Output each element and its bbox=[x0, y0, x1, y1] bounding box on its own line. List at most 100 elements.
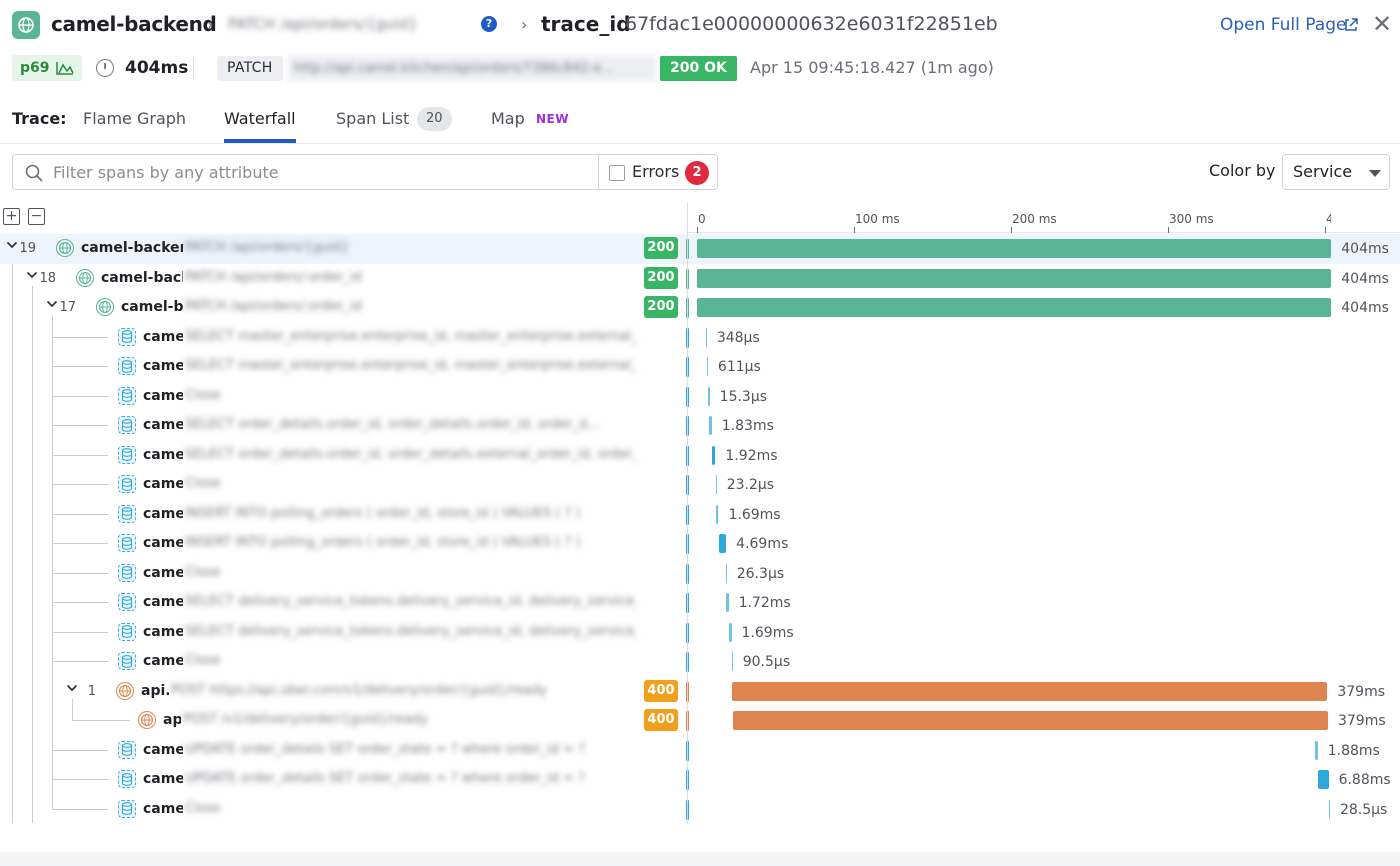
span-row[interactable]: api.ubereatsPOST /v1/delivery/order/{gui… bbox=[0, 706, 1400, 736]
external-link-icon[interactable] bbox=[1343, 17, 1359, 37]
axis-tick-label: 0 bbox=[698, 212, 706, 226]
span-row[interactable]: camel-dbSELECT delivery_service_tokens.d… bbox=[0, 618, 1400, 648]
axis-tick bbox=[1325, 227, 1326, 233]
color-by-label: Color by bbox=[1209, 161, 1276, 180]
span-bar[interactable] bbox=[1314, 740, 1318, 760]
globe-icon bbox=[138, 711, 156, 729]
color-by-select[interactable]: Service bbox=[1282, 154, 1390, 190]
tab-flame-graph[interactable]: Flame Graph bbox=[83, 109, 186, 128]
span-row[interactable]: camel-dbClose 28.5µs bbox=[0, 795, 1400, 825]
errors-toggle[interactable]: Errors 2 bbox=[598, 154, 718, 190]
status-code-badge: 200 bbox=[644, 296, 678, 318]
span-bar[interactable] bbox=[706, 357, 708, 376]
span-service: camel-db bbox=[143, 358, 183, 374]
span-row[interactable]: camel-dbSELECT delivery_service_tokens.d… bbox=[0, 588, 1400, 618]
span-resource: Close bbox=[185, 476, 221, 491]
globe-icon bbox=[76, 268, 94, 287]
span-resource: Close bbox=[185, 564, 221, 580]
database-icon bbox=[118, 475, 136, 493]
span-filter bbox=[12, 154, 599, 190]
span-row[interactable]: camel-dbSELECT order_details.order_id, o… bbox=[0, 441, 1400, 471]
filter-spans-input[interactable] bbox=[53, 159, 583, 185]
span-resource: SELECT master_enterprise.enterprise_id, … bbox=[185, 328, 636, 344]
span-row[interactable]: camel-dbINSERT INTO polling_orders ( ord… bbox=[0, 529, 1400, 559]
span-row[interactable]: camel-dbUPDATE order_details SET order_s… bbox=[0, 736, 1400, 766]
tab-map[interactable]: Map bbox=[491, 109, 525, 128]
span-duration: 15.3µs bbox=[719, 388, 768, 405]
span-bar[interactable] bbox=[697, 239, 1332, 258]
span-row[interactable]: 18 camel-backendPATCH /api/orders/:order_… bbox=[0, 264, 1400, 294]
axis-tick bbox=[1011, 227, 1012, 233]
span-bar[interactable] bbox=[1328, 799, 1330, 819]
span-duration: 611µs bbox=[717, 359, 761, 375]
span-bar[interactable] bbox=[732, 681, 1328, 701]
expand-all-icon[interactable]: + bbox=[3, 208, 20, 225]
span-service: camel-db bbox=[143, 653, 183, 669]
errors-count-badge: 2 bbox=[685, 161, 709, 185]
span-row[interactable]: camel-dbClose 26.3µs bbox=[0, 559, 1400, 589]
percentile-badge[interactable]: p69 bbox=[12, 55, 82, 81]
span-bar[interactable] bbox=[705, 327, 707, 347]
span-bar[interactable] bbox=[708, 386, 710, 406]
resource-name[interactable]: PATCH /api/orders/{guid} bbox=[228, 15, 418, 33]
collapse-all-icon[interactable]: − bbox=[28, 208, 45, 225]
search-icon bbox=[25, 164, 43, 186]
span-bar[interactable] bbox=[725, 593, 729, 612]
span-row[interactable]: camel-dbClose 90.5µs bbox=[0, 647, 1400, 677]
span-duration: 4.69ms bbox=[736, 536, 789, 552]
span-duration: 379ms bbox=[1337, 713, 1386, 729]
service-name[interactable]: camel-backend bbox=[51, 12, 217, 36]
tab-span-list[interactable]: Span List bbox=[336, 109, 409, 128]
database-icon bbox=[118, 504, 136, 523]
span-service: camel-db bbox=[143, 800, 183, 817]
span-row[interactable]: 19 camel-backendPATCH /api/orders/{guid} 2… bbox=[0, 234, 1400, 264]
errors-checkbox[interactable] bbox=[609, 165, 625, 181]
span-bar[interactable] bbox=[708, 416, 712, 435]
span-bar[interactable] bbox=[712, 445, 716, 465]
caret-down-icon bbox=[1369, 170, 1381, 177]
axis-tick bbox=[854, 227, 855, 233]
panel-divider[interactable] bbox=[687, 203, 688, 823]
tab-waterfall[interactable]: Waterfall bbox=[224, 109, 296, 128]
span-resource: PATCH /api/orders/:order_id bbox=[185, 269, 362, 285]
new-badge: NEW bbox=[536, 112, 569, 126]
span-bar[interactable] bbox=[1317, 770, 1329, 789]
help-icon[interactable]: ? bbox=[481, 16, 497, 32]
trace-id-value[interactable]: 67fdac1e00000000632e6031f22851eb bbox=[625, 13, 998, 35]
span-row[interactable]: camel-dbSELECT master_enterprise.enterpr… bbox=[0, 352, 1400, 382]
span-bar[interactable] bbox=[732, 711, 1328, 730]
span-bar[interactable] bbox=[697, 298, 1332, 317]
span-row[interactable]: 17 camel-backendPATCH /api/orders/:order_… bbox=[0, 293, 1400, 323]
database-icon bbox=[118, 534, 136, 552]
span-resource: SELECT master_enterprise.enterprise_id, … bbox=[185, 358, 636, 373]
span-row[interactable]: camel-dbUPDATE order_details SET order_s… bbox=[0, 765, 1400, 795]
span-bar[interactable] bbox=[697, 268, 1332, 288]
span-row[interactable]: camel-dbClose 15.3µs bbox=[0, 382, 1400, 412]
span-bar[interactable] bbox=[728, 622, 732, 642]
child-count: 19 bbox=[19, 241, 36, 256]
span-row[interactable]: camel-dbSELECT master_enterprise.enterpr… bbox=[0, 323, 1400, 353]
span-count-badge: 20 bbox=[417, 107, 452, 131]
trace-tabs: Trace: Flame Graph Waterfall Span List M… bbox=[0, 100, 1400, 144]
span-row[interactable]: 1 api.ubereatsPOST https://api.uber.com/v… bbox=[0, 677, 1400, 707]
request-url[interactable]: http://api.camel.kitchen/api/orders/7386… bbox=[288, 56, 656, 81]
span-bar[interactable] bbox=[725, 563, 727, 583]
span-bar[interactable] bbox=[731, 652, 733, 671]
span-resource: UPDATE order_details SET order_state = ?… bbox=[185, 741, 585, 757]
span-bar[interactable] bbox=[715, 504, 719, 524]
errors-label: Errors bbox=[632, 162, 680, 181]
span-bar[interactable] bbox=[718, 534, 727, 553]
timestamp: Apr 15 09:45:18.427 (1m ago) bbox=[750, 58, 994, 77]
open-full-page-link[interactable]: Open Full Page bbox=[1220, 15, 1346, 35]
span-duration: 1.88ms bbox=[1327, 742, 1380, 759]
percentile-label: p69 bbox=[20, 60, 50, 76]
tabs-label: Trace: bbox=[12, 109, 67, 128]
status-code-badge: 400 bbox=[644, 709, 678, 731]
span-service: camel-db bbox=[143, 594, 183, 610]
close-icon[interactable]: ✕ bbox=[1372, 12, 1392, 36]
span-row[interactable]: camel-dbClose 23.2µs bbox=[0, 470, 1400, 500]
span-row[interactable]: camel-dbINSERT INTO polling_orders ( ord… bbox=[0, 500, 1400, 530]
span-row[interactable]: camel-dbSELECT order_details.order_id, o… bbox=[0, 411, 1400, 441]
span-bar[interactable] bbox=[715, 475, 717, 494]
span-resource: SELECT delivery_service_tokens.delivery_… bbox=[185, 623, 636, 639]
